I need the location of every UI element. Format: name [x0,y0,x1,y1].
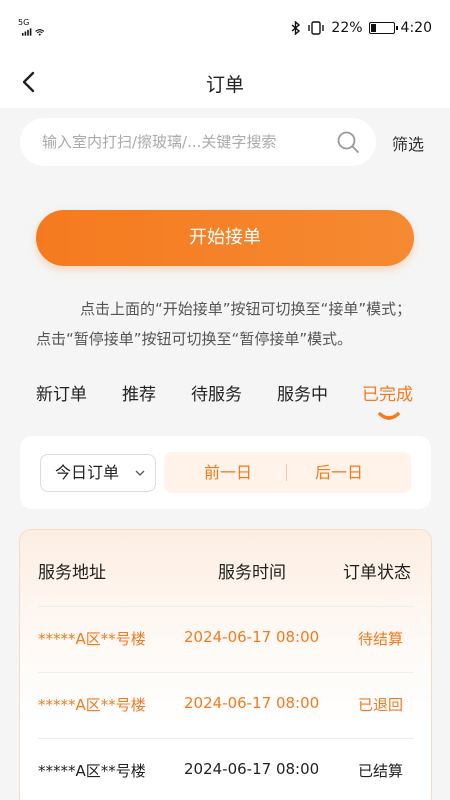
previous-day-button[interactable]: 前一日 [204,452,252,493]
tab-new-orders[interactable]: 新订单 [36,380,87,405]
tab-pending-service[interactable]: 待服务 [191,380,242,405]
filter-button[interactable]: 筛选 [392,131,424,155]
row-address: *****A区**号楼 [38,696,146,714]
row-status: 待结算 [358,630,404,648]
battery-percent: 22% [331,20,363,36]
clock: 4:20 [400,20,432,36]
row-status: 已结算 [358,762,404,780]
day-divider [286,464,287,481]
tab-completed[interactable]: 已完成 [362,380,413,405]
status-right: 22% 4:20 [291,20,432,36]
order-tabs: 新订单 推荐 待服务 服务中 已完成 [0,374,450,424]
next-day-button[interactable]: 后一日 [315,452,363,493]
table-row[interactable]: *****A区**号楼 2024-06-17 08:00 已退回 [38,672,414,738]
search-box [20,118,376,166]
day-switch: 前一日 后一日 [164,452,411,493]
header-time: 服务时间 [218,563,286,583]
date-range-select[interactable]: 今日订单 [40,454,156,492]
row-address: *****A区**号楼 [38,630,146,648]
row-time: 2024-06-17 08:00 [184,628,320,646]
signal-icon [22,28,45,36]
nav-bar: 订单 [0,60,450,108]
table-row[interactable]: *****A区**号楼 2024-06-17 08:00 待结算 [38,606,414,672]
bluetooth-icon [291,21,301,35]
start-accepting-button[interactable]: 开始接单 [36,210,414,266]
tab-in-service[interactable]: 服务中 [277,380,328,405]
page-title: 订单 [205,74,244,96]
vibrate-icon [308,21,325,35]
header-status: 订单状态 [343,563,411,583]
row-time: 2024-06-17 08:00 [184,694,320,712]
tab-recommended[interactable]: 推荐 [122,380,156,405]
header-address: 服务地址 [38,563,106,583]
date-range-value: 今日订单 [55,463,120,482]
row-status: 已退回 [358,696,404,714]
search-input[interactable] [42,118,332,166]
row-address: *****A区**号楼 [38,762,146,780]
table-row[interactable]: *****A区**号楼 2024-06-17 08:00 已结算 [38,738,414,800]
row-time: 2024-06-17 08:00 [184,760,320,778]
status-bar: 5G 22% 4:20 [0,0,450,60]
mode-hint-text: 点击上面的“开始接单”按钮可切换至“接单”模式；点击“暂停接单”按钮可切换至“暂… [36,300,412,348]
search-icon[interactable] [336,130,360,154]
order-table: 服务地址 服务时间 订单状态 *****A区**号楼 2024-06-17 08… [19,529,432,800]
battery-icon [368,22,398,34]
active-tab-indicator [378,412,400,420]
date-filter-card: 今日订单 前一日 后一日 [20,436,431,509]
chevron-down-icon [135,470,145,476]
